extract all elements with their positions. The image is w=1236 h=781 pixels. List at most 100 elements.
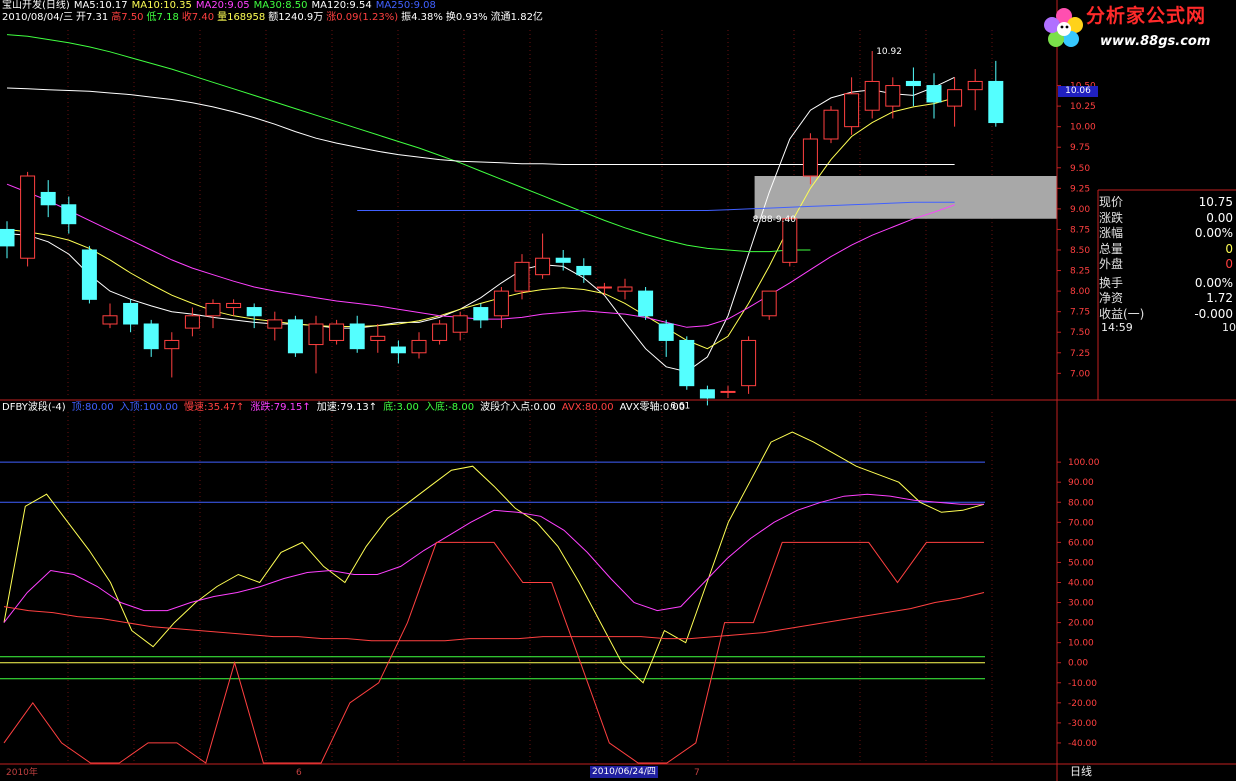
period-mode-label[interactable]: 日线	[1070, 766, 1092, 778]
bar-info-row: 2010/08/04/三 开7.31 高7.50 低7.18 收7.40 量168958 额…	[2, 12, 546, 24]
x-axis-label-year: 2010年	[6, 768, 38, 778]
candle[interactable]	[741, 336, 757, 394]
ma-legend-item: MA120:9.54	[311, 0, 372, 11]
candle-body	[20, 175, 36, 259]
candle-body	[226, 302, 242, 309]
indicator-y-tick-label: -40.00	[1068, 739, 1097, 749]
candle-body	[782, 218, 798, 263]
candle-body	[81, 249, 97, 300]
price-y-tick-label: 7.50	[1070, 328, 1090, 338]
bar-info-item: 涨0.09(1.23%)	[326, 12, 399, 23]
candle-body	[699, 389, 715, 399]
candle-body	[947, 89, 963, 107]
x-axis-label-june: 6	[296, 768, 302, 778]
indicator-legend-item: 入顶:100.00	[119, 402, 179, 413]
quote-label: 外盘	[1099, 257, 1124, 271]
candle-body	[967, 80, 983, 91]
ma-legend-item: 宝山开发(日线)	[2, 0, 70, 11]
price-y-tick-label: 7.25	[1070, 349, 1090, 359]
indicator-y-tick-label: 40.00	[1068, 578, 1094, 588]
candle[interactable]	[287, 315, 303, 357]
current-price-tag: 10.06	[1058, 86, 1098, 97]
candle-body	[102, 315, 118, 325]
price-y-tick-label: 9.25	[1070, 184, 1090, 194]
candle-body	[184, 315, 200, 329]
quote-value: 0	[1225, 257, 1233, 271]
quote-value: 0.00%	[1194, 226, 1233, 240]
price-y-tick-label: 9.50	[1070, 164, 1090, 174]
bar-info-item: 高7.50	[111, 12, 144, 23]
indicator-legend: DFBY波段(-4) 顶:80.00 入顶:100.00 慢速:35.47↑ 涨跌:79…	[2, 402, 691, 414]
candle-body	[638, 290, 654, 317]
candle-body	[720, 390, 736, 393]
quote-value: 0.00	[1206, 210, 1233, 225]
indicator-y-tick-label: -10.00	[1068, 679, 1097, 689]
indicator-legend-item: 顶:80.00	[71, 402, 114, 413]
quote-label: 收益(一)	[1099, 306, 1145, 321]
candle[interactable]	[761, 290, 777, 320]
x-axis-label-july: 7	[694, 768, 700, 778]
logo-url-text: www.88gs.com	[1100, 34, 1211, 49]
bar-info-item: 流通1.82亿	[490, 12, 543, 23]
candle-body	[844, 93, 860, 128]
price-y-tick-label: 7.75	[1070, 308, 1090, 318]
quote-label: 涨幅	[1099, 226, 1124, 240]
candle[interactable]	[823, 106, 839, 144]
indicator-y-tick-label: 0.00	[1068, 659, 1088, 669]
quote-value: 1.72	[1206, 291, 1233, 305]
indicator-y-tick-label: 60.00	[1068, 538, 1094, 548]
candle-body	[370, 335, 386, 341]
price-annotation: 8.88-9.40	[753, 215, 797, 225]
candle-body	[143, 323, 159, 350]
cursor-date-badge: 2010/06/24/四	[590, 766, 658, 778]
indicator-legend-item: 涨跌:79.15↑	[250, 402, 311, 413]
indicator-y-tick-label: -30.00	[1068, 719, 1097, 729]
bar-info-item: 收7.40	[181, 12, 215, 23]
price-y-tick-label: 10.25	[1070, 102, 1096, 112]
candle-body	[287, 319, 303, 354]
price-y-tick-label: 10.00	[1070, 123, 1096, 133]
candle-body	[823, 109, 839, 140]
candle[interactable]	[20, 171, 36, 267]
quote-row: 现价 10.75	[1099, 195, 1235, 211]
chart-stage: 10.926.618.88-9.40 7.007.257.507.758.008…	[0, 0, 1236, 781]
candle[interactable]	[679, 336, 695, 390]
candle-body	[61, 204, 77, 225]
indicator-legend-item: 底:3.00	[383, 402, 419, 413]
candle-body	[164, 339, 180, 350]
ma-legend-item: MA5:10.17	[73, 0, 128, 11]
quote-row: 涨跌 0.00	[1099, 211, 1235, 227]
indicator-legend-item: DFBY波段(-4)	[2, 402, 66, 413]
indicator-legend-item: 加速:79.13↑	[316, 402, 378, 413]
quote-time-value: 10	[1222, 321, 1236, 334]
candle-body	[493, 290, 509, 317]
quote-value: 10.75	[1198, 195, 1233, 209]
candle[interactable]	[638, 287, 654, 320]
indicator-y-tick-label: 80.00	[1068, 498, 1094, 508]
price-y-tick-label: 7.00	[1070, 369, 1090, 379]
flower-logo-icon	[1044, 8, 1083, 47]
indicator-legend-item: AVX:80.00	[561, 402, 614, 413]
candle-body	[658, 323, 674, 341]
price-annotation: 10.92	[876, 47, 902, 57]
candle[interactable]	[81, 245, 97, 304]
indicator-y-tick-label: 50.00	[1068, 558, 1094, 568]
candle[interactable]	[329, 319, 345, 345]
candle[interactable]	[432, 319, 448, 345]
indicator-legend-item: AVX零轴:0.00	[619, 402, 686, 413]
candle-body	[864, 80, 880, 111]
candle-body	[329, 323, 345, 341]
indicator-legend-item: 波段介入点:0.00	[480, 402, 556, 413]
price-y-tick-label: 8.50	[1070, 246, 1090, 256]
candle-body	[308, 323, 324, 346]
bar-info-item: 量168958	[217, 12, 266, 23]
price-y-tick-label: 9.00	[1070, 205, 1090, 215]
indicator-legend-item: 慢速:35.47↑	[184, 402, 245, 413]
candle-body	[0, 228, 15, 247]
site-logo[interactable]: 分析家公式网 www.88gs.com	[1040, 4, 1234, 56]
candle-body	[267, 319, 283, 329]
candle-body	[617, 286, 633, 292]
candle-body	[432, 323, 448, 341]
candle-body	[802, 138, 818, 177]
ma-legend-item: MA10:10.35	[131, 0, 192, 11]
